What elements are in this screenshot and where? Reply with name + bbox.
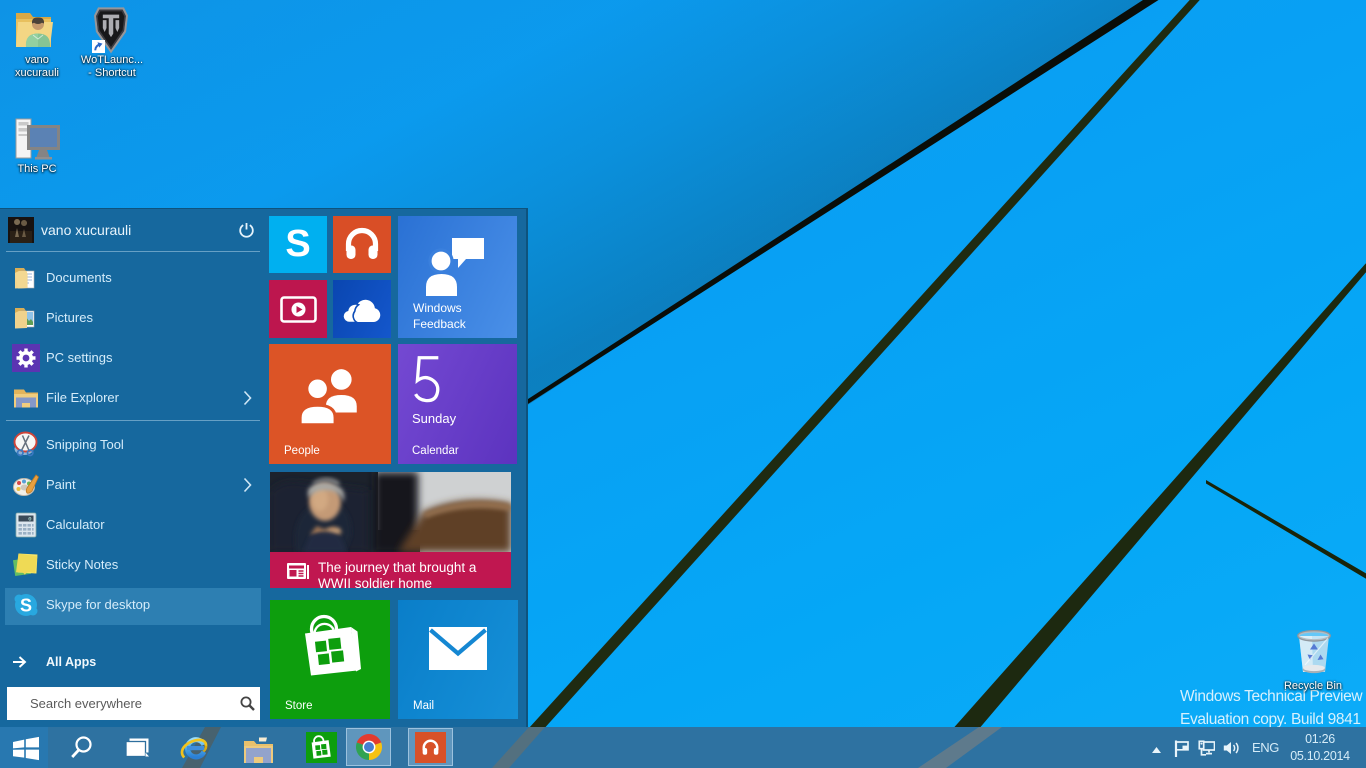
svg-text:S: S [285,229,310,259]
svg-text:0: 0 [28,516,31,523]
svg-text:S: S [20,596,32,616]
